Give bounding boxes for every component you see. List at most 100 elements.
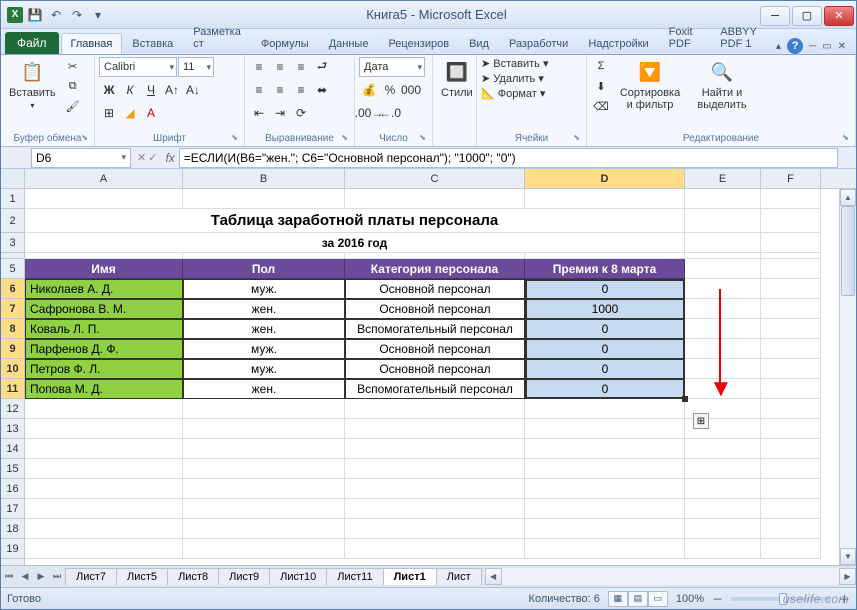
col-header-sex[interactable]: Пол [183,259,345,279]
cell[interactable] [25,479,183,499]
sheet-tab[interactable]: Лист [436,568,482,585]
table-row-cat[interactable]: Основной персонал [345,279,525,299]
cell[interactable] [25,439,183,459]
zoom-out-icon[interactable]: － [712,591,723,607]
col-header-bonus[interactable]: Премия к 8 марта [525,259,685,279]
doc-minimize-icon[interactable]: ─ [809,41,816,52]
cell[interactable] [183,399,345,419]
col-header[interactable]: B [183,169,345,188]
bold-button[interactable]: Ж [99,80,119,100]
comma-icon[interactable]: 000 [401,80,421,100]
zoom-thumb[interactable] [779,593,787,605]
row-header[interactable]: 9 [1,339,24,359]
format-painter-icon[interactable]: 🖌 [63,97,83,115]
tab-view[interactable]: Вид [459,33,499,54]
cell[interactable] [25,499,183,519]
cell[interactable] [183,499,345,519]
table-row-sex[interactable]: жен. [183,319,345,339]
cell[interactable] [685,319,761,339]
horizontal-scrollbar[interactable]: ◀ ▶ [485,568,856,585]
zoom-slider[interactable] [731,597,831,601]
col-header[interactable]: C [345,169,525,188]
cell[interactable] [525,439,685,459]
cells-format-button[interactable]: 📐 Формат ▾ [481,87,545,100]
tab-nav-prev-icon[interactable]: ◀ [17,568,33,586]
table-row-bonus[interactable]: 0 [525,339,685,359]
col-header-name[interactable]: Имя [25,259,183,279]
scroll-down-icon[interactable]: ▼ [840,548,856,565]
col-header[interactable]: A [25,169,183,188]
tab-developer[interactable]: Разработчи [499,33,578,54]
table-row-cat[interactable]: Основной персонал [345,299,525,319]
cell[interactable] [761,209,821,233]
font-name-combo[interactable]: Calibri [99,57,177,77]
cell[interactable] [525,419,685,439]
cell[interactable] [761,359,821,379]
underline-button[interactable]: Ч [141,80,161,100]
doc-restore-icon[interactable]: ▭ [822,41,831,52]
redo-icon[interactable]: ↷ [68,6,86,24]
cell[interactable] [345,499,525,519]
table-row-bonus[interactable]: 0 [525,279,685,299]
percent-icon[interactable]: % [380,80,400,100]
clear-icon[interactable]: ⌫ [591,97,611,115]
find-select-button[interactable]: 🔍 Найти и выделить [689,57,755,113]
wrap-text-icon[interactable]: ⮐ [312,57,332,77]
row-header[interactable]: 3 [1,233,24,253]
indent-inc-icon[interactable]: ⇥ [270,103,290,123]
cell[interactable] [183,189,345,209]
cell[interactable] [183,439,345,459]
merge-icon[interactable]: ⬌ [312,80,332,100]
tab-review[interactable]: Рецензиров [378,33,459,54]
sheet-tab[interactable]: Лист5 [116,568,168,585]
fill-color-icon[interactable]: ◢ [120,103,140,123]
cell[interactable] [345,439,525,459]
row-header[interactable]: 12 [1,399,24,419]
select-all-corner[interactable] [1,169,24,189]
close-button[interactable]: ✕ [824,6,854,26]
align-top-icon[interactable]: ≡ [249,57,269,77]
cell[interactable] [685,209,761,233]
shrink-font-icon[interactable]: A↓ [183,80,203,100]
paste-button[interactable]: 📋 Вставить ▾ [5,57,60,112]
table-row-cat[interactable]: Вспомогательный персонал [345,379,525,399]
vertical-scrollbar[interactable]: ▲ ▼ [839,189,856,565]
row-header[interactable]: 14 [1,439,24,459]
sheet-tab[interactable]: Лист10 [269,568,327,585]
cell[interactable] [183,539,345,559]
cell[interactable] [183,479,345,499]
view-normal-icon[interactable]: ▦ [608,591,628,607]
cell[interactable] [345,479,525,499]
zoom-in-icon[interactable]: ＋ [839,591,850,607]
styles-button[interactable]: 🔲 Стили [437,57,477,101]
undo-icon[interactable]: ↶ [47,6,65,24]
table-row-cat[interactable]: Основной персонал [345,359,525,379]
cell[interactable] [761,339,821,359]
row-header[interactable]: 2 [1,209,24,233]
row-header[interactable]: 18 [1,519,24,539]
row-header[interactable]: 7 [1,299,24,319]
cell[interactable] [761,399,821,419]
tab-abbyy[interactable]: ABBYY PDF 1 [710,21,776,54]
sheet-tab[interactable]: Лист9 [218,568,270,585]
orient-icon[interactable]: ⟳ [291,103,311,123]
cells-insert-button[interactable]: ➤ Вставить ▾ [481,57,549,70]
cell[interactable] [25,189,183,209]
col-header[interactable]: E [685,169,761,188]
font-color-icon[interactable]: A [141,103,161,123]
zoom-level[interactable]: 100% [676,593,704,605]
cell[interactable] [761,379,821,399]
cell[interactable] [685,459,761,479]
scroll-left-icon[interactable]: ◀ [485,568,502,585]
table-row-name[interactable]: Коваль Л. П. [25,319,183,339]
file-tab[interactable]: Файл [5,32,59,54]
table-row-name[interactable]: Петров Ф. Л. [25,359,183,379]
tab-nav-last-icon[interactable]: ⏭ [49,568,65,586]
indent-dec-icon[interactable]: ⇤ [249,103,269,123]
cell[interactable] [525,539,685,559]
view-layout-icon[interactable]: ▤ [628,591,648,607]
cell[interactable] [761,233,821,253]
cell[interactable] [345,459,525,479]
cell[interactable] [183,519,345,539]
tab-insert[interactable]: Вставка [122,33,183,54]
